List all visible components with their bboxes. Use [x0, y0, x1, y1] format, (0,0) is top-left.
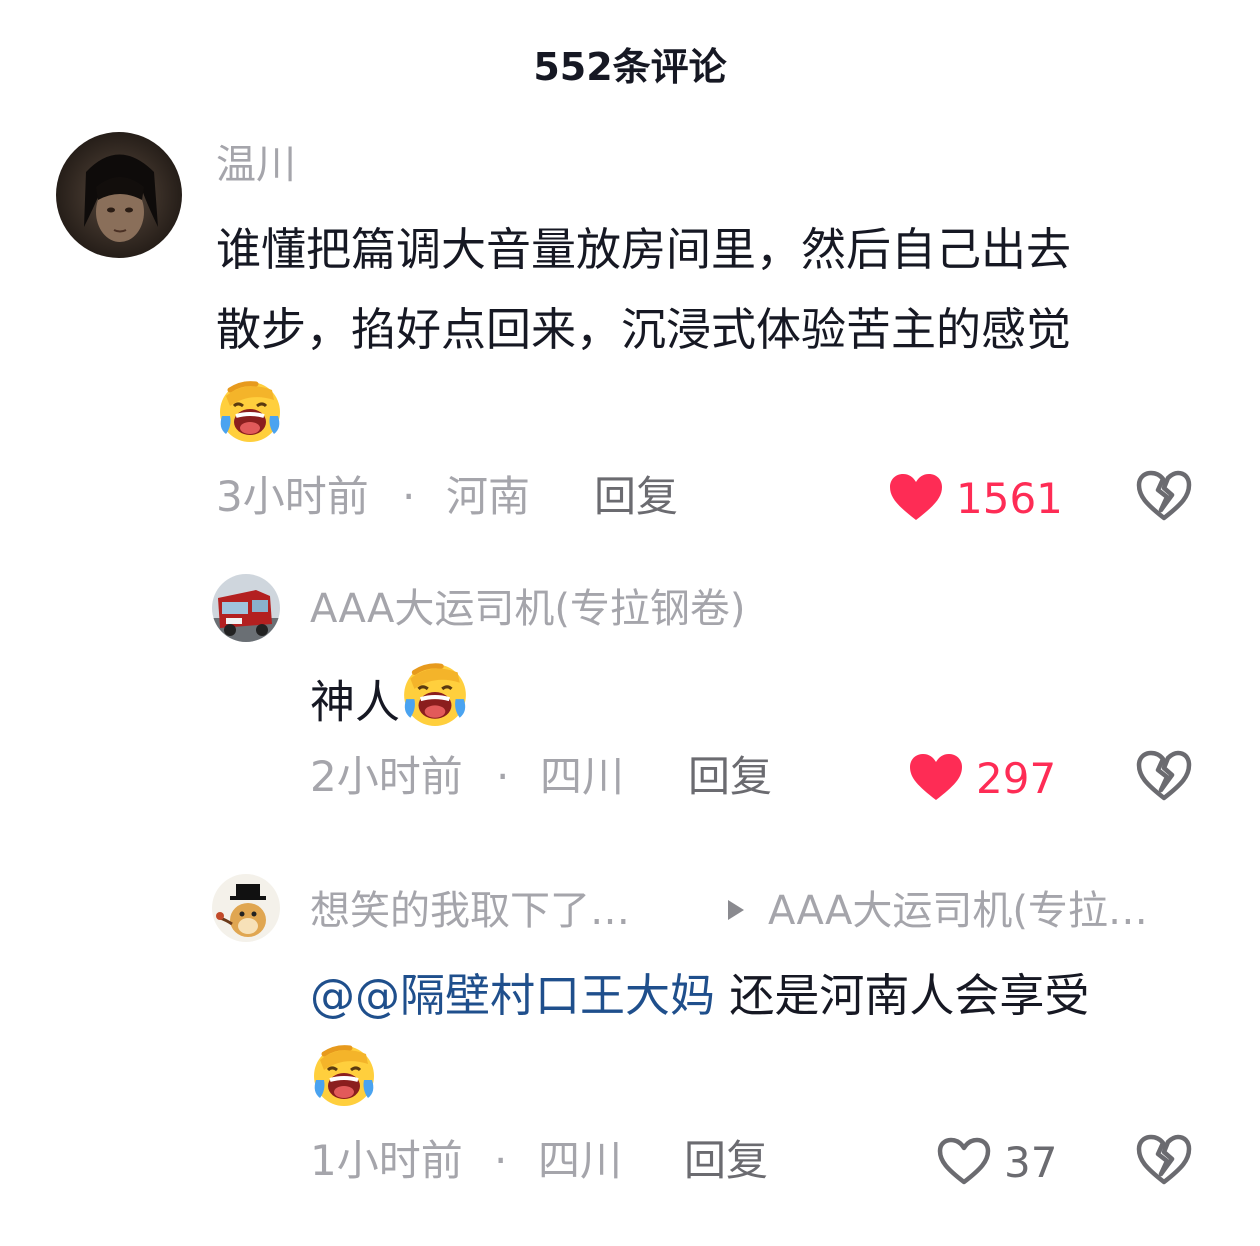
meta-separator: · [496, 752, 510, 801]
like-count: 297 [976, 754, 1057, 803]
meta-separator: · [402, 472, 416, 521]
reply-to-username[interactable]: AAA大运司机(专拉… [768, 888, 1148, 934]
comment-text-line: 散步，掐好点回来，沉浸式体验苦主的感觉 [216, 303, 1072, 356]
like-button[interactable]: 37 [936, 1136, 1057, 1190]
comment-text: @@隔壁村口王大妈 还是河南人会享受 [310, 966, 1089, 1026]
broken-heart-icon [1136, 1134, 1192, 1190]
comment-text-content: 神人 [310, 675, 401, 729]
comment-username[interactable]: 温川 [216, 142, 296, 188]
comment-time: 2小时前 [310, 752, 463, 801]
heart-filled-icon [908, 752, 964, 806]
heart-filled-icon [888, 472, 944, 526]
broken-heart-icon [1136, 750, 1192, 806]
comment-text-line: 谁懂把篇调大音量放房间里，然后自己出去 [216, 223, 1072, 276]
reply-button[interactable]: 回复 [688, 752, 772, 802]
dislike-button[interactable] [1136, 750, 1192, 806]
comment-location: 四川 [538, 1136, 623, 1185]
like-count: 1561 [956, 474, 1063, 523]
comment-count-title: 552条评论 [533, 45, 727, 89]
laughing-crying-emoji [400, 658, 470, 745]
comment-location: 四川 [540, 752, 625, 801]
dislike-button[interactable] [1136, 470, 1192, 526]
laughing-crying-emoji [310, 1040, 378, 1112]
meta-separator: · [494, 1136, 508, 1185]
reply-arrow-icon [722, 892, 750, 932]
laughing-crying-emoji [216, 376, 284, 448]
avatar[interactable] [56, 132, 182, 258]
comment-username[interactable]: 想笑的我取下了… [310, 888, 630, 934]
mention-link[interactable]: @@隔壁村口王大妈 [310, 969, 715, 1022]
comment-location: 河南 [446, 472, 531, 521]
avatar[interactable] [212, 574, 280, 642]
comment-username[interactable]: AAA大运司机(专拉钢卷) [310, 586, 746, 632]
heart-outline-icon [936, 1136, 992, 1190]
like-count: 37 [1004, 1138, 1058, 1187]
broken-heart-icon [1136, 470, 1192, 526]
comment-text-content: 还是河南人会享受 [715, 969, 1090, 1022]
comment-time: 3小时前 [216, 472, 369, 521]
avatar[interactable] [212, 874, 280, 942]
comment-time: 1小时前 [310, 1136, 463, 1185]
reply-button[interactable]: 回复 [684, 1136, 768, 1186]
like-button[interactable]: 297 [908, 752, 1056, 806]
like-button[interactable]: 1561 [888, 472, 1063, 526]
reply-button[interactable]: 回复 [594, 472, 678, 522]
comment-text: 神人 [310, 662, 470, 749]
dislike-button[interactable] [1136, 1134, 1192, 1190]
